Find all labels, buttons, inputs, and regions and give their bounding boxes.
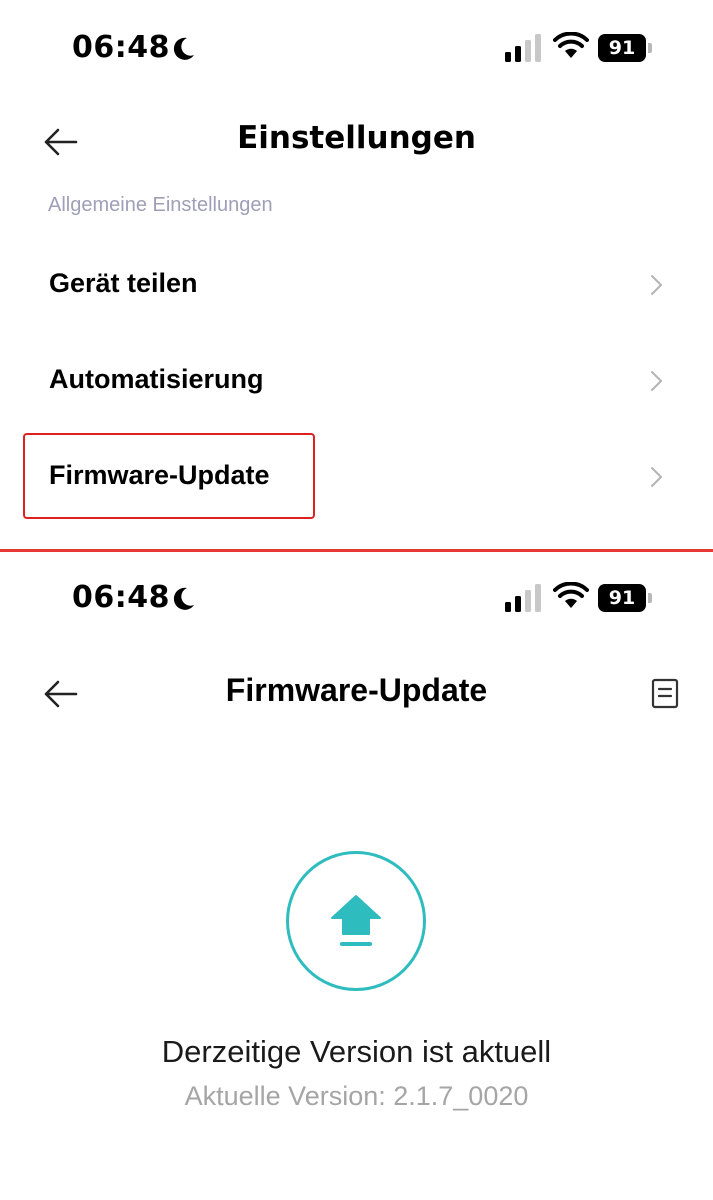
upload-arrow-icon — [331, 895, 381, 946]
battery-level: 91 — [598, 34, 646, 62]
settings-item-automation[interactable]: Automatisierung — [0, 336, 713, 428]
page-title: Einstellungen — [237, 120, 476, 156]
page-title: Firmware-Update — [225, 672, 488, 708]
settings-item-label: Automatisierung — [49, 364, 264, 394]
battery-icon: 91 — [598, 34, 654, 62]
highlight-annotation-box — [23, 433, 315, 519]
settings-header: Einstellungen — [0, 100, 713, 184]
firmware-header: Firmware-Update — [0, 652, 713, 736]
chevron-right-icon — [651, 371, 662, 391]
firmware-version-text: Aktuelle Version: 2.1.7_0020 — [184, 1081, 529, 1111]
wifi-icon — [553, 32, 589, 58]
update-status-circle — [286, 851, 426, 991]
moon-icon — [173, 37, 194, 60]
status-time: 06:48 — [72, 580, 170, 615]
status-time: 06:48 — [72, 30, 170, 65]
signal-icon — [505, 34, 541, 62]
signal-icon — [505, 584, 541, 612]
status-bar: 06:48 91 — [0, 550, 713, 646]
document-icon[interactable] — [648, 676, 682, 712]
settings-screen: 06:48 91 Einstellungen Allgemeine Einste… — [0, 0, 713, 550]
battery-icon: 91 — [598, 584, 654, 612]
battery-level: 91 — [598, 584, 646, 612]
settings-item-share-device[interactable]: Gerät teilen — [0, 240, 713, 332]
battery-cap — [648, 593, 652, 603]
battery-cap — [648, 43, 652, 53]
chevron-right-icon — [651, 275, 662, 295]
wifi-icon — [553, 582, 589, 608]
firmware-status-text: Derzeitige Version ist aktuell — [161, 1034, 552, 1069]
status-bar: 06:48 91 — [0, 0, 713, 96]
settings-item-label: Gerät teilen — [49, 268, 198, 298]
section-label: Allgemeine Einstellungen — [48, 194, 273, 216]
moon-icon — [173, 587, 194, 610]
chevron-right-icon — [651, 467, 662, 487]
